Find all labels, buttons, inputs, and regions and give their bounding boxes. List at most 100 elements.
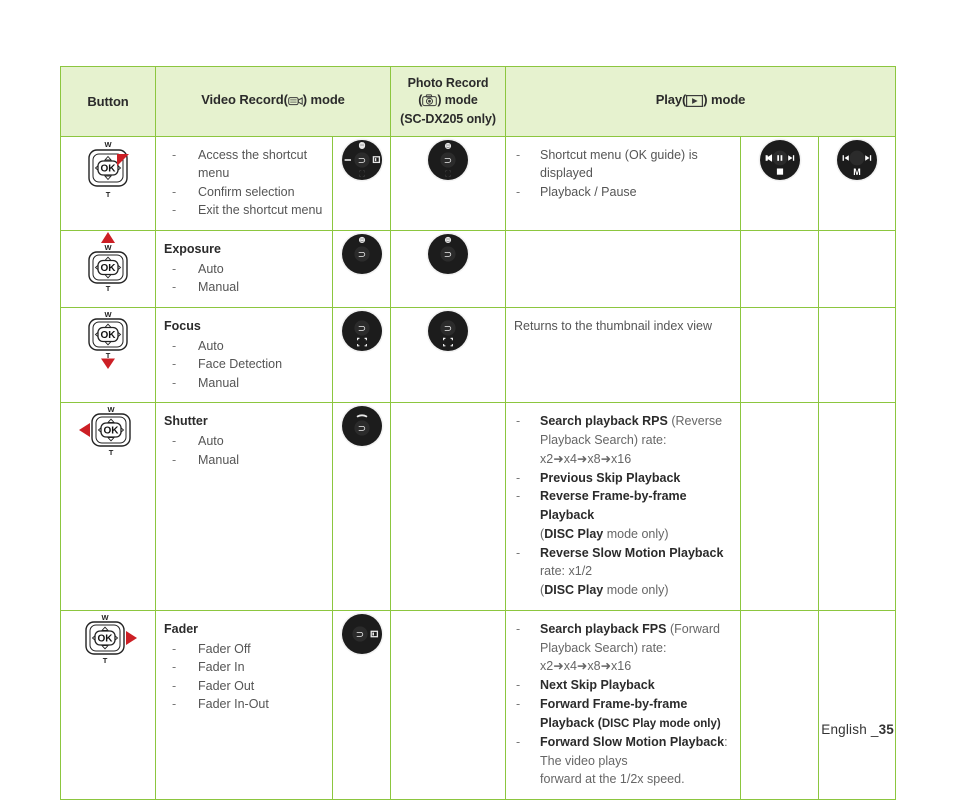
list-item: Manual [164, 278, 324, 297]
play-icon-cell-1-shutter [740, 402, 820, 611]
play-icon-cell-2-fader [818, 609, 897, 800]
list-item: Shortcut menu (OK guide) is displayed [514, 146, 732, 184]
video-list-shutter: Auto Manual [164, 432, 324, 469]
header-photo-record: Photo Record () mode (SC-DX205 only) [390, 66, 507, 137]
button-cell-shutter: W T OK [60, 402, 156, 611]
dial-shortcut-icon: ☻ ⊃ ⛶ [340, 138, 383, 181]
table-row: W T OK Shutter Auto Ma [60, 402, 897, 611]
svg-text:OK: OK [101, 330, 117, 341]
table-row: W OK T Focus Auto Face [60, 306, 897, 404]
mode-only-label: mode only) [603, 526, 669, 541]
photo-icon-cell-shutter [390, 402, 507, 611]
svg-text:W: W [104, 243, 112, 252]
list-item: Forward Slow Motion Playback: The video … [514, 733, 732, 789]
dial-exposure-icon: ☻ ⊃ [340, 232, 383, 275]
svg-text:☻: ☻ [358, 142, 365, 150]
list-item: Fader Out [164, 677, 324, 696]
joypad-right-icon: W T OK [77, 611, 139, 665]
svg-text:⊃: ⊃ [444, 323, 452, 334]
video-cell-shutter: Shutter Auto Manual [155, 402, 333, 611]
list-item: Face Detection [164, 355, 324, 374]
joypad-left-icon: W T OK [77, 403, 139, 457]
dial-shortcut-photo-icon: ☻ ⊃ ⛶ [426, 138, 470, 181]
play-triangle-icon [686, 94, 704, 111]
disc-play-mode-label: DISC Play mode only) [601, 717, 721, 730]
photo-icon-cell-focus: ⊃ [390, 306, 507, 404]
video-title-exposure: Exposure [164, 241, 221, 256]
header-photo-record-post: ) mode [437, 92, 478, 107]
svg-text:OK: OK [104, 426, 120, 437]
list-item-text: Shortcut menu (OK guide) is displayed [540, 147, 698, 181]
dial-focus-icon: ⊃ [340, 309, 383, 353]
dial-focus-photo-icon: ⊃ [426, 309, 470, 353]
play-icon-cell-2-exposure [818, 229, 897, 308]
svg-text:⊃: ⊃ [357, 155, 365, 166]
video-title-fader: Fader [164, 621, 199, 636]
transport-prev-next-mode-icon: M [835, 138, 879, 181]
list-item: Reverse Slow Motion Playback rate: x1/2 … [514, 544, 732, 600]
svg-text:⊃: ⊃ [357, 323, 365, 334]
list-item: Forward Frame-by-frame Playback (DISC Pl… [514, 695, 732, 733]
list-item: Access the shortcut menu [164, 146, 324, 183]
svg-text:T: T [109, 448, 114, 457]
play-text-bold: Search playback FPS [540, 621, 667, 636]
play-cell-exposure [505, 229, 742, 308]
header-button: Button [60, 66, 156, 137]
header-video-record-post: ) mode [302, 92, 345, 108]
button-cell-fader: W T OK [60, 609, 156, 800]
joypad-up-icon: W T OK [81, 231, 135, 293]
play-icon-cell-2-shutter [818, 402, 897, 611]
header-video-record: Video Record( ) mode [154, 66, 392, 137]
video-list-ok-center: Access the shortcut menu Confirm selecti… [164, 146, 324, 220]
play-text-normal-2: forward at the 1/2x speed. [540, 772, 685, 787]
dial-shutter-icon: ⊃ [340, 404, 383, 448]
transport-prev-pause-next-stop-icon [758, 138, 802, 181]
svg-text:W: W [107, 405, 115, 414]
video-title-focus: Focus [164, 318, 201, 333]
svg-text:W: W [104, 310, 112, 319]
header-video-record-pre: Video Record( [201, 92, 288, 108]
list-item: Auto [164, 432, 324, 451]
header-photo-record-line3: (SC-DX205 only) [400, 112, 496, 126]
play-cell-shutter: Search playback RPS (Reverse Playback Se… [505, 402, 742, 611]
photo-icon-cell-exposure: ☻ ⊃ [390, 229, 507, 308]
table-header-row: Button Video Record( ) mode Photo Record … [60, 66, 897, 137]
table-row: W T OK Fader Fader Off [60, 609, 897, 800]
mode-only-label: mode only) [603, 583, 669, 597]
svg-text:OK: OK [101, 263, 117, 274]
play-cell-ok-center: Shortcut menu (OK guide) is displayed Pl… [505, 135, 742, 231]
play-icon-cell-1-fader [740, 609, 820, 800]
play-text-bold: Search playback RPS [540, 414, 668, 429]
button-cell-exposure: W T OK [60, 229, 156, 308]
svg-text:⊃: ⊃ [355, 629, 363, 640]
video-icon-cell-shutter: ⊃ [331, 402, 392, 611]
disc-play-label: DISC Play [544, 583, 604, 597]
svg-text:M: M [853, 167, 861, 177]
list-item: Fader In [164, 658, 324, 677]
play-text-bold: Forward Slow Motion Playback [540, 734, 725, 749]
video-list-focus: Auto Face Detection Manual [164, 337, 324, 393]
button-cell-focus: W OK T [60, 306, 156, 404]
video-cell-fader: Fader Fader Off Fader In Fader Out Fader… [155, 609, 333, 800]
list-item: Manual [164, 374, 324, 393]
joypad-ok-center-icon: W T OK [81, 137, 135, 199]
play-text-bold: Next Skip Playback [540, 678, 655, 692]
svg-text:⛶: ⛶ [358, 169, 365, 178]
play-icon-cell-1-exposure [740, 229, 820, 308]
play-icon-cell-1-focus [740, 306, 820, 404]
video-icon-cell-exposure: ☻ ⊃ [331, 229, 392, 308]
disc-play-label: DISC Play [544, 526, 604, 541]
play-cell-fader: Search playback FPS (Forward Playback Se… [505, 609, 742, 800]
header-photo-record-line1: Photo Record [407, 76, 489, 90]
svg-text:☻: ☻ [444, 142, 451, 150]
photo-icon-cell-fader [390, 609, 507, 800]
play-text-bold: Reverse Slow Motion Playback [540, 545, 724, 560]
svg-text:W: W [101, 613, 109, 622]
list-item: Fader Off [164, 640, 324, 659]
dial-fader-icon: ⊃ [340, 612, 383, 656]
camcorder-icon [287, 94, 303, 111]
play-text-paren: ( [594, 715, 602, 730]
header-play-pre: Play( [655, 92, 687, 108]
svg-text:T: T [106, 190, 111, 199]
play-icon-cell-1-ok-center [740, 135, 820, 231]
